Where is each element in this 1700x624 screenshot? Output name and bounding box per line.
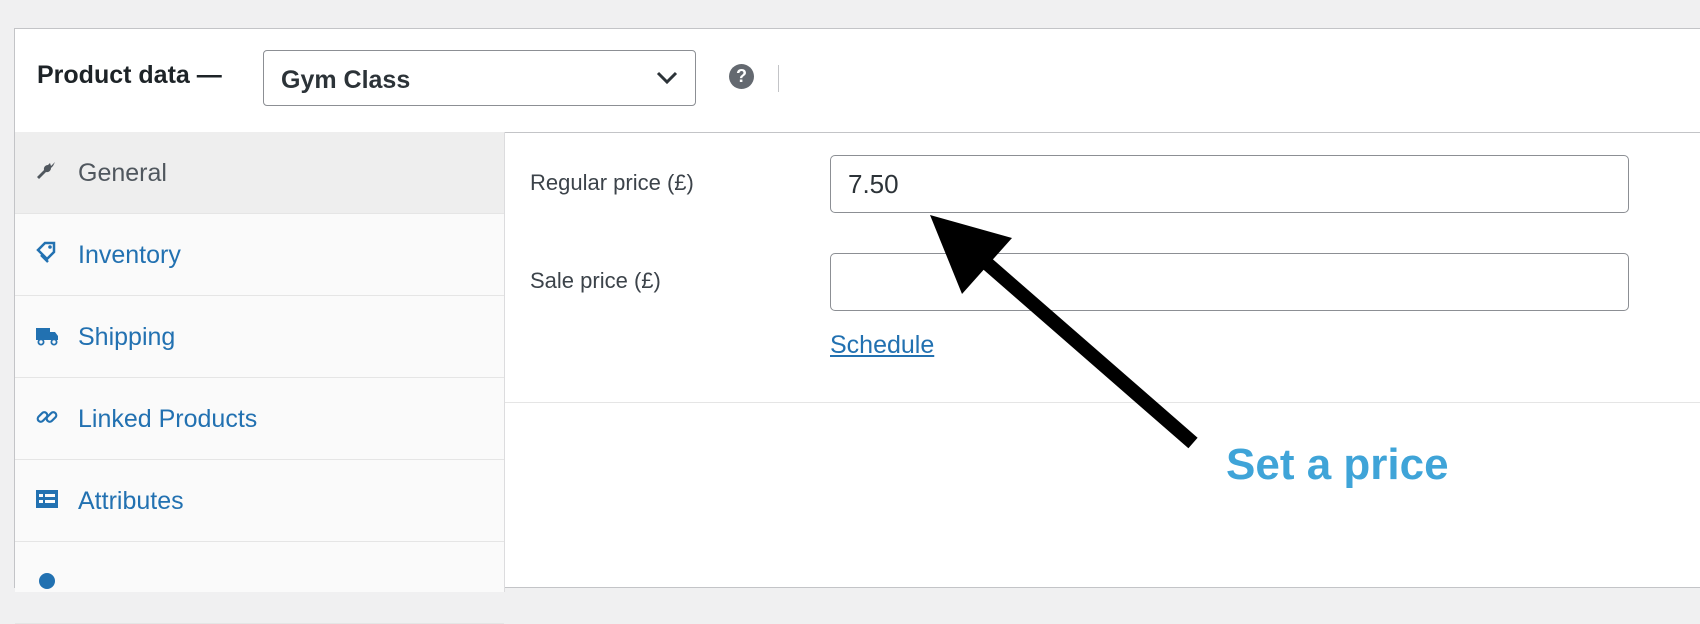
regular-price-input[interactable] <box>830 155 1629 213</box>
product-data-title: Product data — <box>37 61 222 89</box>
tab-label: General <box>78 159 167 187</box>
wrench-icon <box>37 162 55 179</box>
product-type-select[interactable]: Gym Class <box>263 50 696 106</box>
tab-linked-products[interactable]: Linked Products <box>15 378 504 460</box>
product-data-header: Product data — Gym Class ? <box>15 29 1700 133</box>
product-data-tabs: General Inventory Shipping Linked Produc… <box>15 132 505 624</box>
tab-general[interactable]: General <box>15 132 504 214</box>
header-divider <box>778 65 779 92</box>
tab-shipping[interactable]: Shipping <box>15 296 504 378</box>
tag-icon <box>36 241 56 263</box>
chevron-down-icon <box>656 71 678 85</box>
tab-label: Inventory <box>78 241 181 269</box>
sale-price-label: Sale price (£) <box>530 268 661 293</box>
gear-icon <box>39 573 55 589</box>
truck-icon <box>36 328 58 346</box>
tab-label: Linked Products <box>78 405 258 433</box>
help-icon[interactable]: ? <box>729 64 754 89</box>
tab-attributes[interactable]: Attributes <box>15 460 504 542</box>
list-icon <box>36 490 58 508</box>
tab-label: Attributes <box>78 487 184 515</box>
tab-inventory[interactable]: Inventory <box>15 214 504 296</box>
sale-price-input[interactable] <box>830 253 1629 311</box>
link-icon <box>36 411 58 423</box>
annotation-label: Set a price <box>1226 440 1449 489</box>
tab-label: Shipping <box>78 323 176 351</box>
product-type-value: Gym Class <box>281 66 411 94</box>
general-tab-content: Regular price (£) Sale price (£) Schedul… <box>505 132 1700 403</box>
schedule-link[interactable]: Schedule <box>830 331 934 360</box>
product-data-panel: Product data — Gym Class ? General Inven… <box>14 28 1700 624</box>
tab-more[interactable] <box>15 542 504 624</box>
regular-price-label: Regular price (£) <box>530 170 694 195</box>
